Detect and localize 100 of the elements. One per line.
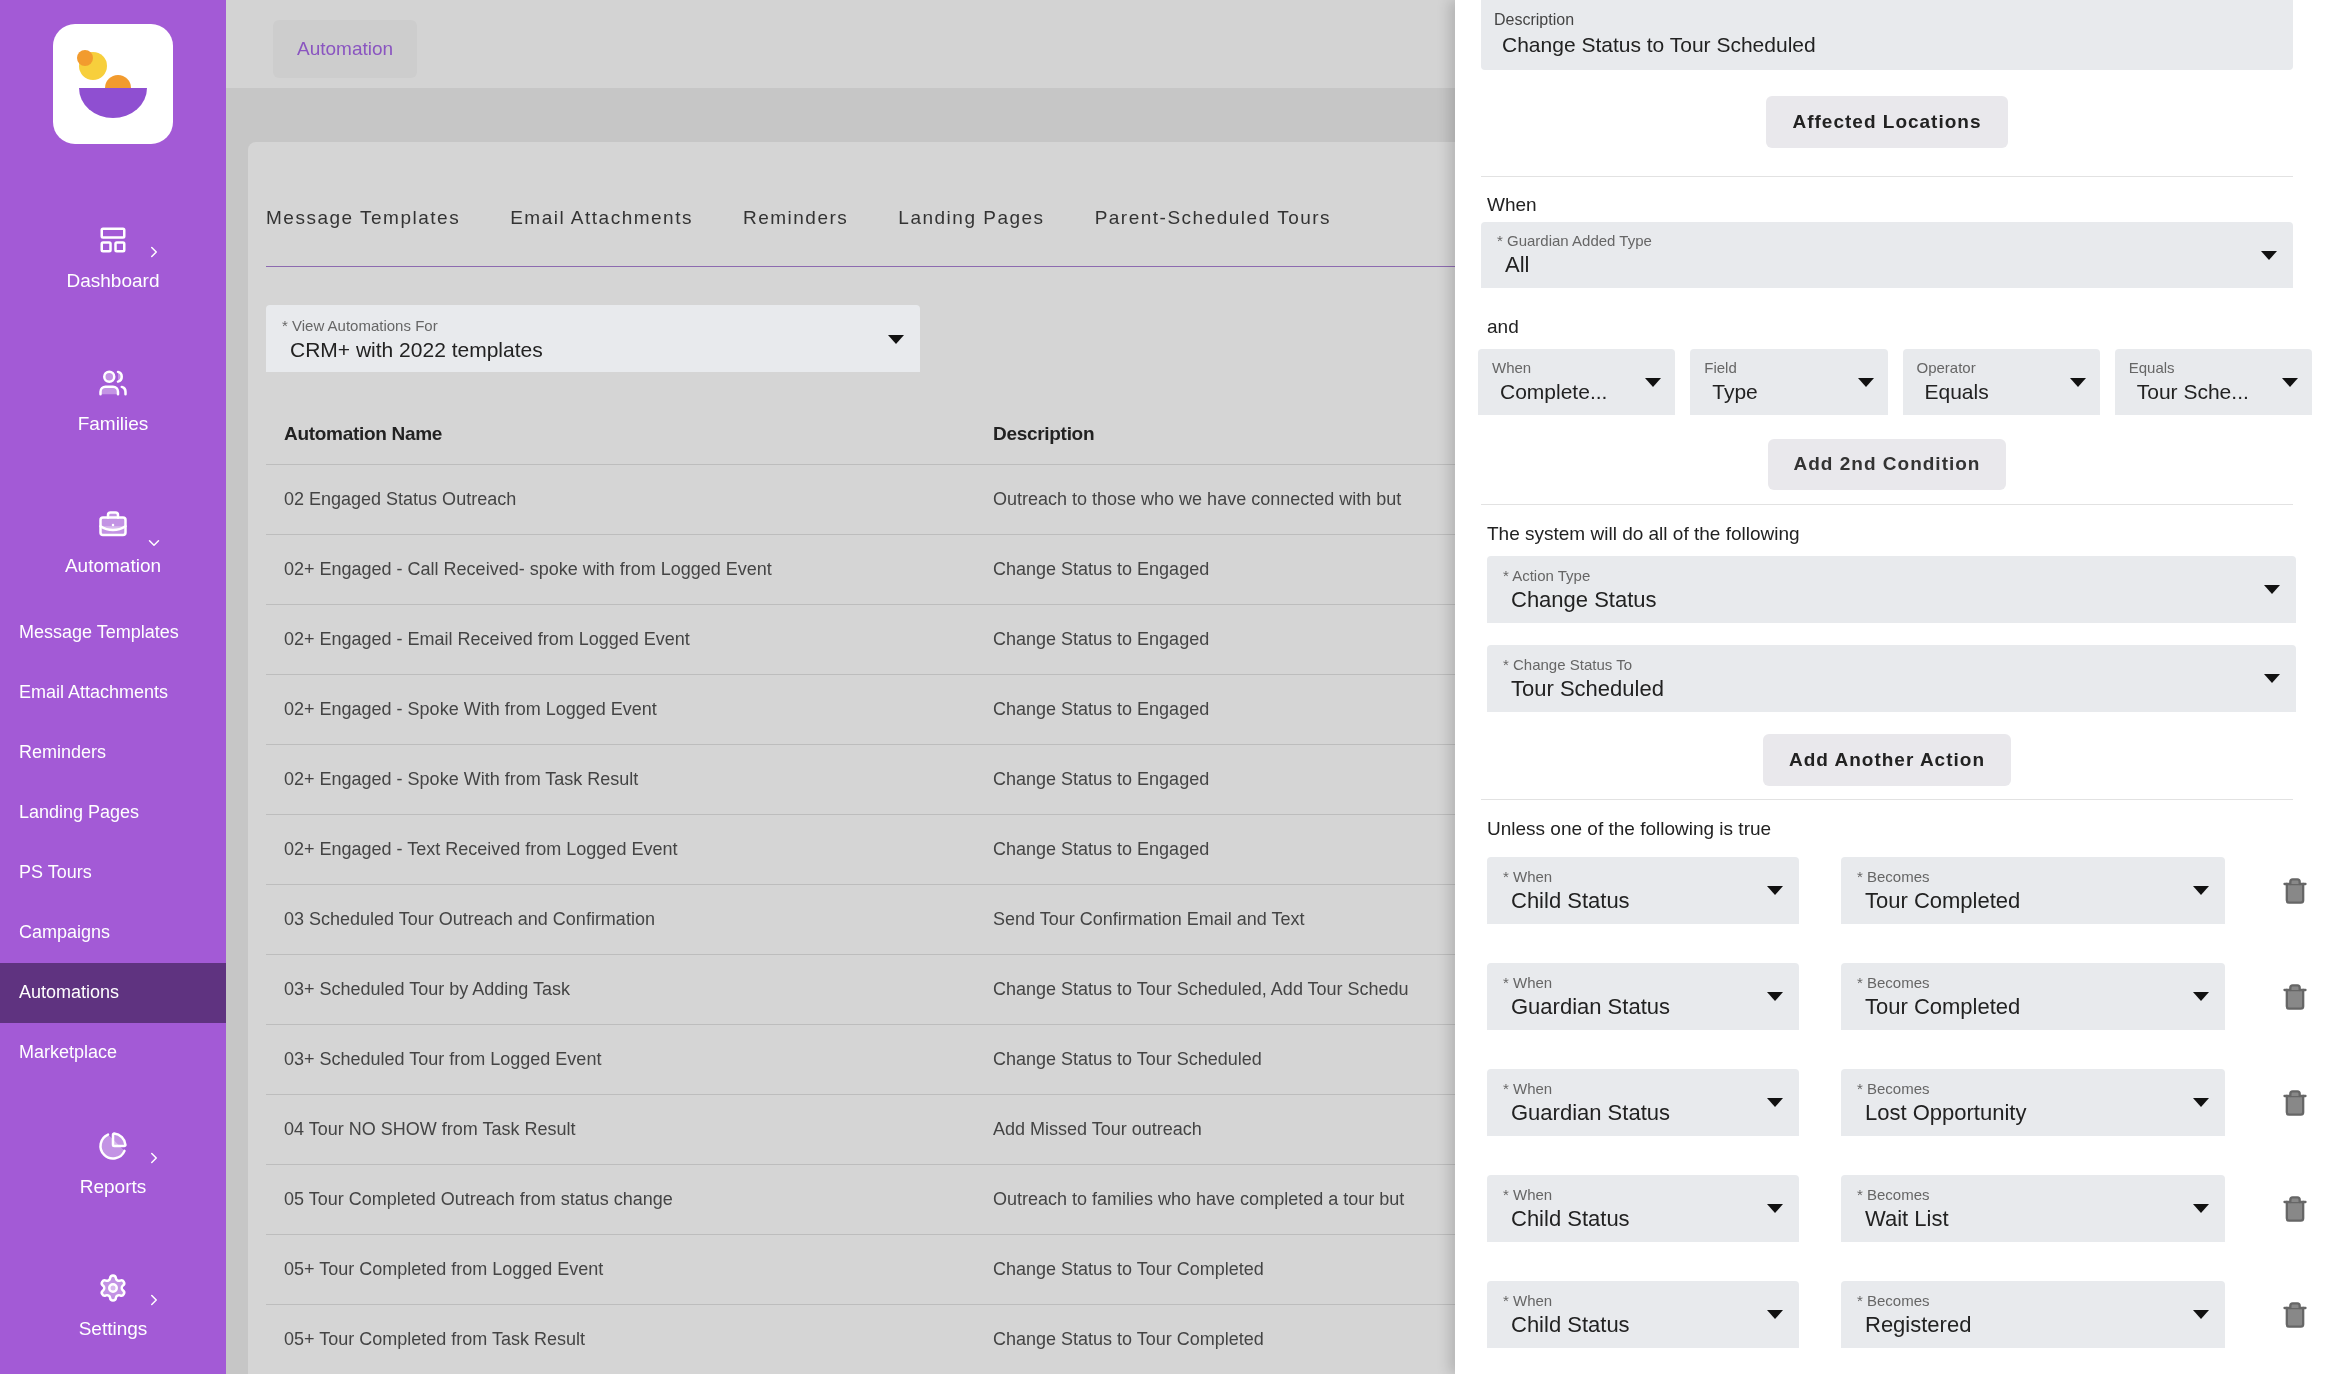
condition-select[interactable]: Equals Tour Sche... bbox=[2114, 349, 2312, 415]
caret-icon bbox=[2193, 1204, 2209, 1213]
table-row[interactable]: 02+ Engaged - Spoke With from Logged Event Change Status to Engaged bbox=[266, 674, 1455, 744]
dashboard-icon bbox=[98, 225, 128, 255]
table-row[interactable]: 05+ Tour Completed from Logged Event Change Status to Tour Completed bbox=[266, 1234, 1455, 1304]
table-row[interactable]: 05+ Tour Completed from Task Result Change Status to Tour Completed bbox=[266, 1304, 1455, 1374]
sidebar-item[interactable]: Reports bbox=[0, 1130, 226, 1201]
table-cell-text: Change Status to Tour Scheduled, Add Tour Schedu bbox=[992, 978, 1410, 1001]
becomes-select[interactable]: * Becomes Wait List bbox=[1841, 1175, 2225, 1242]
sidebar-item[interactable]: Reminders bbox=[0, 722, 226, 783]
tab[interactable]: Parent-Scheduled Tours bbox=[1094, 203, 1332, 232]
tab[interactable]: Reminders bbox=[742, 203, 849, 232]
table-cell-text: Change Status to Engaged bbox=[992, 698, 1211, 721]
table-cell-text: Outreach to families who have completed a tour but bbox=[992, 1188, 1406, 1211]
table-cell-text: Send Tour Confirmation Email and Text bbox=[992, 908, 1306, 931]
condition-select[interactable]: When Complete... bbox=[1478, 349, 1676, 415]
tab[interactable]: Email Attachments bbox=[510, 203, 693, 232]
caret-icon bbox=[1645, 377, 1662, 387]
caret-icon bbox=[2282, 377, 2298, 387]
table-cell-text: Change Status to Tour Completed bbox=[992, 1258, 1265, 1281]
add-condition-button[interactable]: Add 2nd Condition bbox=[1767, 439, 2007, 490]
tab[interactable]: Landing Pages bbox=[898, 203, 1045, 232]
sidebar-item[interactable]: Message Templates bbox=[0, 602, 226, 663]
when-label: When bbox=[1486, 193, 1538, 217]
table-row[interactable]: 05 Tour Completed Outreach from status change Outreach to families who have completed a tour but bbox=[266, 1164, 1455, 1234]
settings-icon bbox=[98, 1273, 128, 1303]
actions-heading: The system will do all of the following bbox=[1486, 522, 1801, 546]
becomes-select[interactable]: * Becomes Tour Completed bbox=[1841, 963, 2225, 1030]
sidebar-item[interactable]: Email Attachments bbox=[0, 662, 226, 723]
guardian-type-select[interactable]: * Guardian Added Type All bbox=[1481, 222, 2293, 288]
view-automations-select[interactable]: * View Automations For CRM+ with 2022 templates bbox=[266, 305, 920, 372]
caret-icon bbox=[2069, 377, 2086, 387]
caret-icon bbox=[2193, 1310, 2209, 1319]
becomes-select[interactable]: * Becomes Registered bbox=[1841, 1281, 2225, 1348]
action-select[interactable]: * Action Type Change Status bbox=[1487, 556, 2296, 623]
sidebar-item[interactable]: Landing Pages bbox=[0, 782, 226, 843]
caret-icon bbox=[1767, 1098, 1783, 1107]
trash-icon bbox=[2281, 982, 2309, 1011]
table-cell-text: 02+ Engaged - Email Received from Logged Event bbox=[283, 628, 691, 651]
caret-icon bbox=[2193, 1098, 2209, 1107]
table-row[interactable]: 03 Scheduled Tour Outreach and Confirmation Send Tour Confirmation Email and Text bbox=[266, 884, 1455, 954]
when-select[interactable]: * When Guardian Status bbox=[1487, 963, 1799, 1030]
table-cell-text: Change Status to Engaged bbox=[992, 838, 1211, 861]
when-select[interactable]: * When Child Status bbox=[1487, 857, 1799, 924]
becomes-select[interactable]: * Becomes Lost Opportunity bbox=[1841, 1069, 2225, 1136]
table-cell-text: 02+ Engaged - Spoke With from Logged Event bbox=[283, 698, 658, 721]
table-cell-text: 03+ Scheduled Tour from Logged Event bbox=[283, 1048, 603, 1071]
caret-icon bbox=[1767, 886, 1783, 895]
description-field[interactable]: Description Change Status to Tour Scheduled bbox=[1481, 0, 2293, 70]
affected-locations-button[interactable]: Affected Locations bbox=[1766, 96, 2008, 148]
sidebar-item[interactable]: Automation bbox=[0, 510, 226, 581]
table-cell-text: Change Status to Engaged bbox=[992, 768, 1211, 791]
trash-icon bbox=[2281, 1194, 2309, 1223]
column-header: Automation Name bbox=[283, 421, 444, 446]
table-cell-text: 05 Tour Completed Outreach from status change bbox=[283, 1188, 674, 1211]
sidebar-item[interactable]: Families bbox=[0, 367, 226, 438]
unless-heading: Unless one of the following is true bbox=[1486, 817, 1773, 841]
table-row[interactable]: 02+ Engaged - Call Received- spoke with from Logged Event Change Status to Engaged bbox=[266, 534, 1455, 604]
table-row[interactable]: 02+ Engaged - Spoke With from Task Result Change Status to Engaged bbox=[266, 744, 1455, 814]
when-select[interactable]: * When Guardian Status bbox=[1487, 1069, 1799, 1136]
table-cell-text: 02+ Engaged - Spoke With from Task Result bbox=[283, 768, 640, 791]
add-action-button[interactable]: Add Another Action bbox=[1763, 734, 2011, 786]
trash-icon bbox=[2281, 876, 2309, 905]
table-cell-text: 03+ Scheduled Tour by Adding Task bbox=[283, 978, 572, 1001]
sidebar-item[interactable]: Campaigns bbox=[0, 902, 226, 963]
caret-icon bbox=[2264, 585, 2280, 594]
table-cell-text: 03 Scheduled Tour Outreach and Confirmation bbox=[283, 908, 656, 931]
becomes-select[interactable]: * Becomes Tour Completed bbox=[1841, 857, 2225, 924]
trash-icon bbox=[2281, 1300, 2309, 1329]
table-row[interactable]: 03+ Scheduled Tour from Logged Event Change Status to Tour Scheduled bbox=[266, 1024, 1455, 1094]
caret-icon bbox=[2193, 886, 2209, 895]
table-cell-text: Change Status to Engaged bbox=[992, 558, 1211, 581]
table-cell-text: Add Missed Tour outreach bbox=[992, 1118, 1203, 1141]
tab[interactable]: Message Templates bbox=[266, 203, 461, 232]
table-row[interactable]: 04 Tour NO SHOW from Task Result Add Missed Tour outreach bbox=[266, 1094, 1455, 1164]
table-row[interactable]: 03+ Scheduled Tour by Adding Task Change Status to Tour Scheduled, Add Tour Schedu bbox=[266, 954, 1455, 1024]
pie-chart-icon bbox=[98, 1130, 128, 1161]
caret-icon bbox=[1767, 1310, 1783, 1319]
table-cell-text: 02+ Engaged - Text Received from Logged Event bbox=[283, 838, 679, 861]
sidebar-item[interactable]: Settings bbox=[0, 1273, 226, 1344]
table-cell-text: 02 Engaged Status Outreach bbox=[283, 488, 518, 511]
when-select[interactable]: * When Child Status bbox=[1487, 1175, 1799, 1242]
sidebar-item[interactable]: PS Tours bbox=[0, 842, 226, 903]
table-row[interactable]: 02 Engaged Status Outreach Outreach to those who we have connected with but bbox=[266, 464, 1455, 534]
caret-icon bbox=[1767, 1204, 1783, 1213]
caret-icon bbox=[2264, 674, 2280, 683]
table-row[interactable]: 02+ Engaged - Email Received from Logged Event Change Status to Engaged bbox=[266, 604, 1455, 674]
column-header: Description bbox=[992, 421, 1096, 446]
caret-icon bbox=[1767, 992, 1783, 1001]
condition-select[interactable]: Field Type bbox=[1690, 349, 1888, 415]
table-cell-text: 02+ Engaged - Call Received- spoke with from Logged Event bbox=[283, 558, 773, 581]
sidebar-item[interactable]: Marketplace bbox=[0, 1022, 226, 1083]
sidebar-item[interactable]: Dashboard bbox=[0, 225, 226, 296]
table-cell-text: Change Status to Tour Scheduled bbox=[992, 1048, 1263, 1071]
table-row[interactable]: 02+ Engaged - Text Received from Logged Event Change Status to Engaged bbox=[266, 814, 1455, 884]
table-cell-text: 04 Tour NO SHOW from Task Result bbox=[283, 1118, 577, 1141]
when-select[interactable]: * When Child Status bbox=[1487, 1281, 1799, 1348]
action-select[interactable]: * Change Status To Tour Scheduled bbox=[1487, 645, 2296, 712]
condition-select[interactable]: Operator Equals bbox=[1902, 349, 2100, 415]
sidebar-item[interactable]: Automations bbox=[0, 962, 226, 1023]
